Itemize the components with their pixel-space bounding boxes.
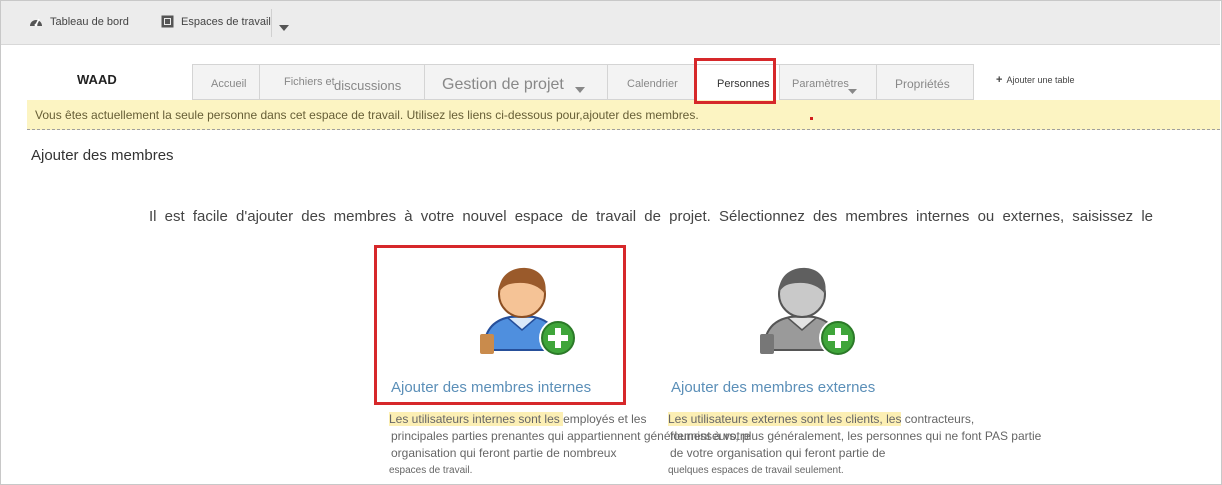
tab-calendrier[interactable]: Calendrier	[607, 64, 696, 100]
section-title: Ajouter des membres	[31, 147, 174, 164]
tab-proprietes[interactable]: Propriétés	[876, 64, 974, 100]
dashboard-link[interactable]: Tableau de bord	[29, 15, 129, 28]
internal-desc-line1: employés et les	[563, 412, 647, 426]
highlight-box-personnes-tab	[694, 58, 776, 104]
external-desc-line1: contracteurs,	[901, 412, 975, 426]
tab-label: Gestion de projet	[442, 76, 564, 93]
topbar-divider	[271, 9, 272, 37]
intro-text: Il est facile d'ajouter des membres à vo…	[149, 208, 1154, 225]
tab-label: Propriétés	[895, 77, 950, 91]
tab-label-line1: Fichiers et	[284, 76, 335, 88]
annotation-dot	[810, 117, 813, 120]
external-desc-highlight: Les utilisateurs externes sont les clien…	[668, 412, 902, 426]
tab-gestion-de-projet[interactable]: Gestion de projet	[424, 64, 607, 100]
tab-label: Accueil	[211, 78, 247, 90]
plus-icon: +	[996, 74, 1003, 86]
workspace-tabs: Accueil Fichiers et discussions Gestion …	[192, 64, 974, 100]
tab-label: Calendrier	[627, 78, 678, 90]
tab-accueil[interactable]: Accueil	[192, 64, 259, 100]
gauge-icon	[29, 15, 43, 28]
tab-fichiers-discussions[interactable]: Fichiers et discussions	[259, 64, 424, 100]
workspace-title: WAAD	[77, 72, 117, 87]
dashboard-label: Tableau de bord	[50, 15, 129, 28]
notice-text: Vous êtes actuellement la seule personne…	[35, 108, 699, 122]
internal-desc-highlight: Les utilisateurs internes sont les	[389, 412, 564, 426]
tab-parametres[interactable]: Paramètres	[779, 64, 876, 100]
tab-label-line2: discussions	[334, 78, 402, 93]
add-table-link[interactable]: + Ajouter une table	[996, 74, 1075, 86]
chevron-down-icon	[575, 80, 585, 98]
tab-label: Paramètres	[792, 78, 849, 90]
caret-down-icon[interactable]	[279, 18, 289, 36]
external-desc-line3: de votre organisation qui feront partie …	[670, 446, 886, 460]
external-desc-line2: fournisseurs, plus généralement, les per…	[670, 429, 1042, 443]
add-table-label: Ajouter une table	[1006, 75, 1075, 85]
external-member-add-icon[interactable]	[758, 264, 862, 365]
add-external-members-link[interactable]: Ajouter des membres externes	[671, 379, 875, 396]
external-members-description: Les utilisateurs externes sont les clien…	[668, 411, 1041, 479]
highlight-box-internal-members	[374, 245, 626, 405]
workspace-icon	[161, 15, 174, 28]
top-navigation-bar: Tableau de bord Espaces de travail	[1, 1, 1220, 45]
workspaces-label: Espaces de travail	[181, 15, 271, 28]
notice-banner: Vous êtes actuellement la seule personne…	[27, 100, 1220, 130]
workspaces-link[interactable]: Espaces de travail	[161, 15, 271, 28]
external-desc-line4: quelques espaces de travail seulement.	[668, 465, 844, 476]
chevron-down-icon	[848, 81, 857, 99]
